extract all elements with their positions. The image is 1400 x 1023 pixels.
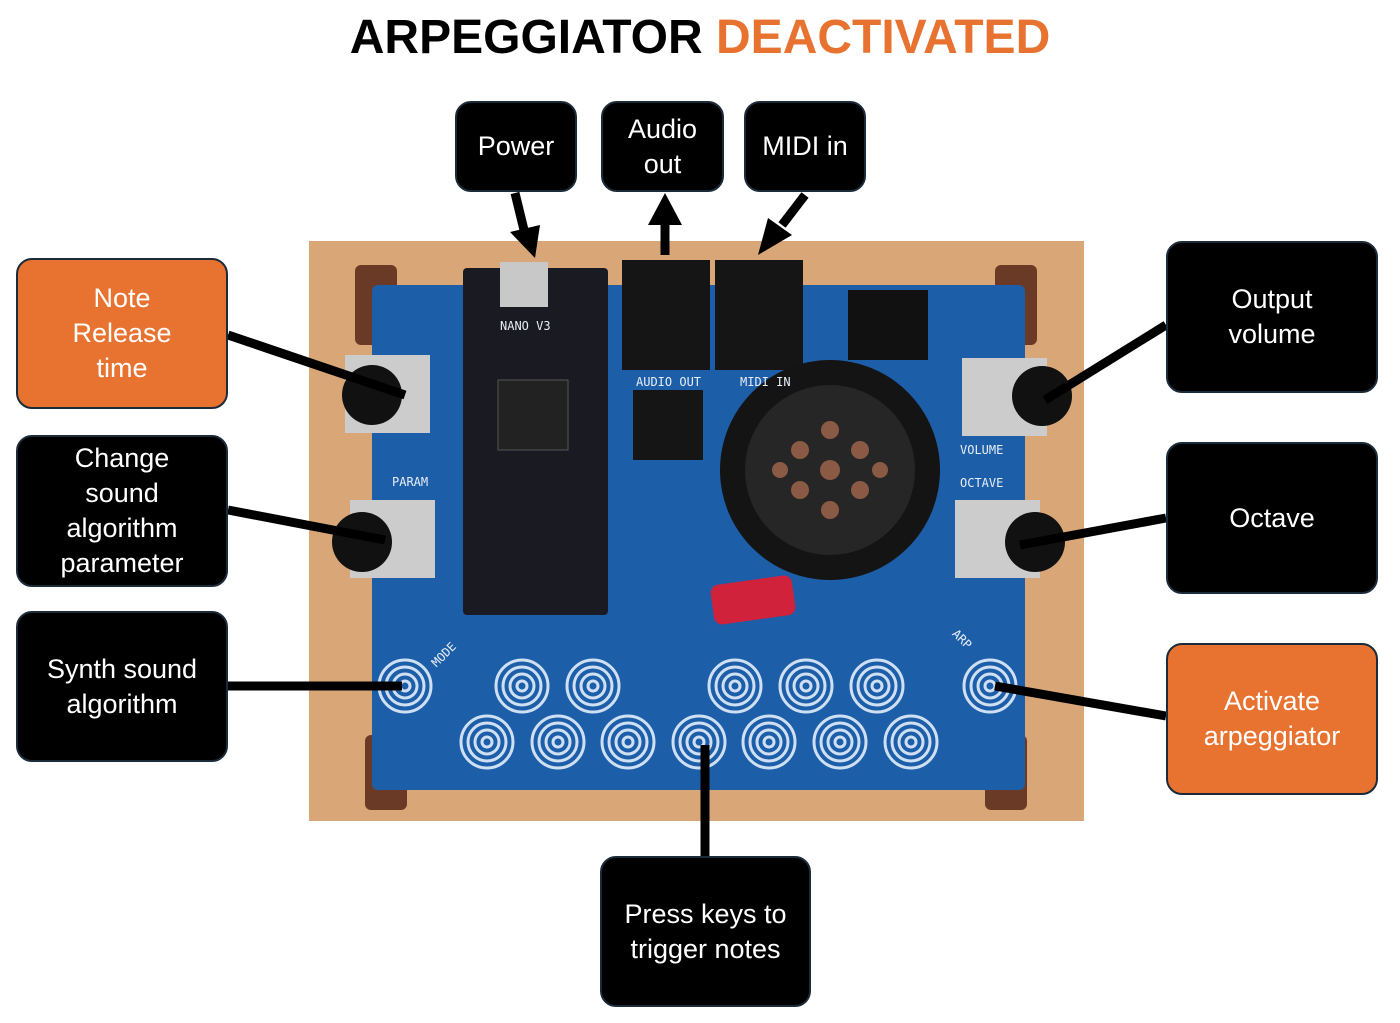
pcb-octave-label: OCTAVE <box>960 476 1003 490</box>
usb-connector <box>500 262 548 307</box>
label-activate-arpeggiator: Activate arpeggiator <box>1166 643 1378 795</box>
op-amp <box>633 390 703 460</box>
midi-jack <box>715 260 803 370</box>
audio-jack <box>622 260 710 370</box>
label-audio-out: Audio out <box>601 101 724 192</box>
ic-socket <box>848 290 928 360</box>
pcb-midi-label: MIDI IN <box>740 375 791 389</box>
label-midi-in: MIDI in <box>744 101 866 192</box>
pcb-audio-label: AUDIO OUT <box>636 375 701 389</box>
label-change-param: Change sound algorithm parameter <box>16 435 228 587</box>
pcb-param-label: PARAM <box>392 475 428 489</box>
mcu-chip <box>497 379 569 451</box>
label-note-release: Note Release time <box>16 258 228 409</box>
label-press-keys: Press keys to trigger notes <box>600 856 811 1007</box>
pcb-volume-label: VOLUME <box>960 443 1003 457</box>
label-output-volume: Output volume <box>1166 241 1378 393</box>
label-power: Power <box>455 101 577 192</box>
label-octave: Octave <box>1166 442 1378 594</box>
knob-volume <box>1012 366 1072 426</box>
pcb-nano-label: NANO V3 <box>500 319 551 333</box>
label-synth-algorithm: Synth sound algorithm <box>16 611 228 762</box>
